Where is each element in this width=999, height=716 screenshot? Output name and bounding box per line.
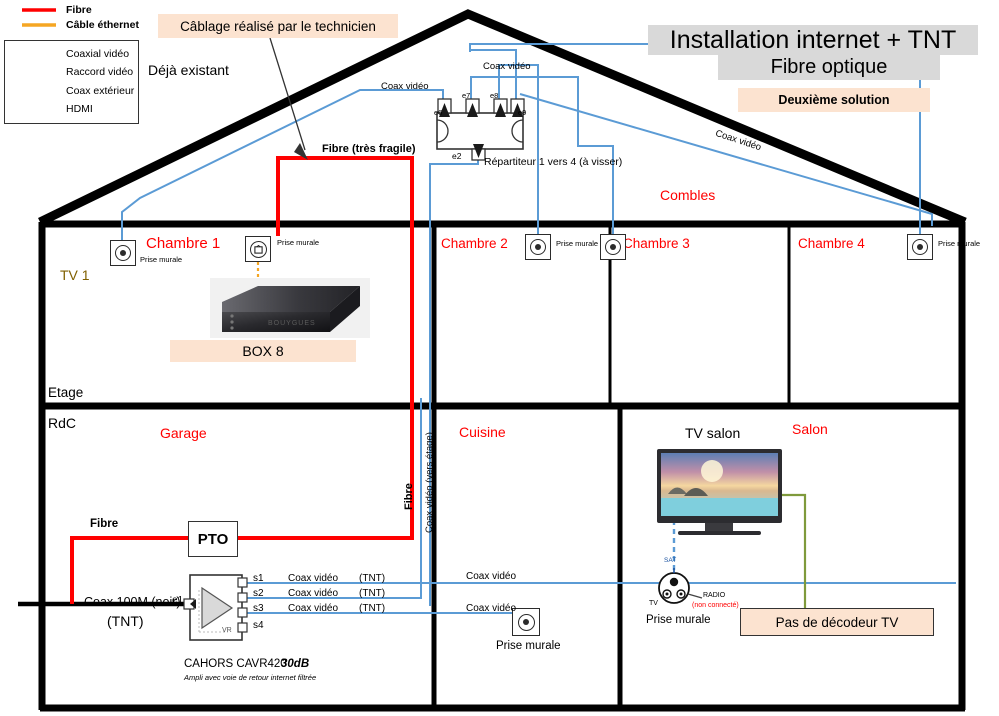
salon-socket-radio-label: RADIO: [703, 592, 726, 599]
amplifier-output-runs: [242, 398, 956, 614]
wall-socket-chambre1-coax[interactable]: [110, 240, 136, 266]
room-chambre-3: Chambre 3: [623, 236, 690, 251]
amplifier-port-s2: s2: [253, 588, 264, 599]
cable-label-coax-video-left: Coax vidéo: [381, 81, 429, 92]
amplifier-body: [183, 574, 248, 641]
room-garage: Garage: [160, 425, 207, 441]
box8-image: BOUYGUES: [210, 278, 370, 338]
legend-item-raccord-video: Raccord vidéo: [66, 66, 134, 78]
attic-label: Combles: [660, 187, 716, 203]
amplifier-vr-label: VR: [222, 627, 232, 634]
splitter-port-e7: e7: [462, 91, 471, 100]
splitter-body: [436, 98, 525, 161]
salon-wall-socket: [658, 568, 703, 604]
fibre-fragile-label: Fibre (très fragile): [322, 143, 416, 155]
page-subtitle: Fibre optique: [718, 55, 940, 80]
amplifier-note: Ampli avec voie de retour internet filtr…: [184, 673, 317, 682]
technician-note: Câblage réalisé par le technicien: [158, 14, 398, 38]
legend-item-hdmi: HDMI: [66, 103, 93, 115]
room-chambre-4: Chambre 4: [798, 236, 865, 251]
wall-socket-chambre1-fibre[interactable]: [245, 236, 271, 262]
no-decoder-tag: Pas de décodeur TV: [740, 608, 934, 636]
salon-socket-tv-label: TV: [649, 600, 658, 607]
wall-socket-label-salon: Prise murale: [646, 614, 711, 626]
cable-label-fibre-left: Fibre: [90, 518, 119, 530]
diagram-canvas: BOUYGUES Fibre Câble éthernet Coaxial vi…: [0, 0, 999, 716]
amplifier-model: CAHORS CAVR420: [184, 658, 287, 670]
salon-socket-radio-note: (non connecté): [692, 602, 739, 609]
legend-item-ethernet: Câble éthernet: [66, 19, 139, 31]
amplifier-s3-signal-label: (TNT): [359, 603, 386, 614]
amplifier-s1-signal-label: (TNT): [359, 573, 386, 584]
splitter-port-e2: e2: [452, 151, 462, 161]
wall-socket-label-cuisine: Prise murale: [496, 640, 561, 652]
salon-socket-sat-label: SAT: [664, 557, 677, 564]
splitter-port-e6: e6: [434, 108, 443, 117]
cable-label-coax-100m-signal: (TNT): [107, 613, 144, 629]
room-chambre-2: Chambre 2: [441, 236, 508, 251]
wall-socket-cuisine[interactable]: [512, 608, 540, 636]
coax-video-left-roof-run: [121, 89, 444, 240]
tv-salon-image: [657, 449, 782, 535]
splitter-caption: Répartiteur 1 vers 4 (à visser): [484, 156, 623, 168]
coax-video-e8-chambre2: [498, 64, 539, 238]
wall-socket-chambre3[interactable]: [600, 234, 626, 260]
splitter-port-e8: e8: [490, 91, 499, 100]
cable-label-coax-video-cuisine-1: Coax vidéo: [466, 571, 517, 582]
wall-socket-label-chambre1-fibre: Prise murale: [277, 238, 320, 247]
tv1-label: TV 1: [60, 267, 90, 283]
page-title: Installation internet + TNT: [648, 25, 978, 55]
fibre-socket-icon: [253, 244, 263, 254]
amplifier-s2-cable-label: Coax vidéo: [288, 588, 339, 599]
legend-item-coax-exterieur: Coax extérieur: [66, 85, 135, 97]
coax-video-e2-riser: [429, 150, 479, 606]
legend-item-coaxial-video: Coaxial vidéo: [66, 48, 130, 60]
cable-label-coax-vertical: Coax vidéo (vers étage): [424, 432, 435, 533]
cable-label-coax-100m: Coax 100M (noir): [84, 595, 181, 609]
amplifier-gain: 30dB: [281, 658, 310, 670]
room-chambre-1: Chambre 1: [146, 235, 221, 252]
upper-floor-label: Etage: [48, 385, 84, 400]
tv-salon-label: TV salon: [685, 425, 741, 441]
solution-tag: Deuxième solution: [738, 88, 930, 112]
box8-label: BOX 8: [170, 340, 356, 362]
cable-label-coax-video-cuisine-2: Coax vidéo: [466, 603, 517, 614]
amplifier-s3-cable-label: Coax vidéo: [288, 603, 339, 614]
room-cuisine: Cuisine: [459, 424, 506, 440]
amplifier-s2-signal-label: (TNT): [359, 588, 386, 599]
amplifier-port-s4: s4: [253, 620, 264, 631]
pto-device[interactable]: PTO: [188, 521, 238, 557]
amplifier-s1-cable-label: Coax vidéo: [288, 573, 339, 584]
legend-item-fibre: Fibre: [66, 4, 92, 16]
already-existing-note: Déjà existant: [148, 62, 229, 78]
splitter-port-e9: e9: [518, 108, 527, 117]
room-salon: Salon: [792, 421, 828, 437]
amplifier-port-s3: s3: [253, 603, 264, 614]
wall-socket-label-chambre1-coax: Prise murale: [140, 255, 183, 264]
svg-text:BOUYGUES: BOUYGUES: [268, 320, 316, 327]
amplifier-port-s1: s1: [253, 573, 264, 584]
cable-label-coax-video-mid: Coax vidéo: [483, 61, 531, 72]
wall-socket-chambre2[interactable]: [525, 234, 551, 260]
wall-socket-label-chambre2: Prise murale: [556, 239, 599, 248]
wall-socket-label-chambre4: Prise murale: [938, 239, 981, 248]
cable-label-fibre-vertical: Fibre: [403, 483, 415, 510]
hdmi-cable: [781, 493, 807, 620]
wall-socket-chambre4[interactable]: [907, 234, 933, 260]
ground-floor-label: RdC: [48, 415, 77, 431]
